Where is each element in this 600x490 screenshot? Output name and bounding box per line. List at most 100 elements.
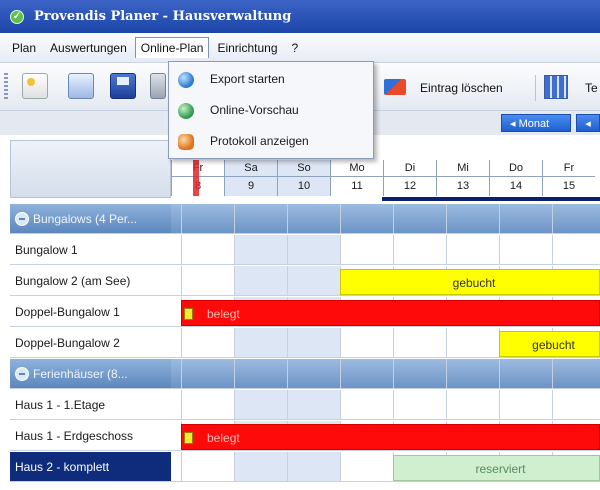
booking-bar[interactable]: gebucht [499, 331, 600, 357]
unit-row[interactable]: Bungalow 2 (am See) gebucht [10, 266, 600, 296]
day-cells[interactable] [171, 235, 600, 265]
menu-plan[interactable]: Plan [6, 37, 42, 59]
row-label-text: Haus 2 - komplett [15, 460, 110, 474]
day-date: 11 [351, 180, 363, 192]
grid-line [287, 359, 288, 388]
day-header-cell: Mo 11 [330, 160, 383, 196]
group-row[interactable]: Bungalows (4 Per... [10, 204, 600, 234]
menu-preview-label: Online-Vorschau [210, 103, 299, 117]
day-cells[interactable]: gebucht [171, 266, 600, 296]
day-cells[interactable] [171, 390, 600, 420]
unit-row[interactable]: Bungalow 1 [10, 235, 600, 265]
today-marker [193, 160, 199, 196]
grid-line [499, 235, 500, 264]
toolbar-grip[interactable] [4, 73, 8, 101]
row-label-text: Doppel-Bungalow 2 [15, 336, 120, 350]
grid-line [552, 359, 553, 388]
booking-bar[interactable]: belegt [181, 424, 600, 450]
grid-line [446, 390, 447, 419]
booking-status-text: belegt [207, 431, 240, 445]
print-icon[interactable] [150, 73, 166, 99]
menu-auswertungen[interactable]: Auswertungen [44, 37, 133, 59]
row-label-text: Bungalow 2 (am See) [15, 274, 131, 288]
previous-week-button[interactable]: ◂ [576, 114, 600, 132]
grid-line [287, 452, 288, 481]
day-cells[interactable] [171, 204, 600, 234]
online-plan-dropdown: Export starten Online-Vorschau Protokoll… [168, 61, 374, 159]
weekend-cell[interactable] [287, 266, 340, 295]
weekend-cell[interactable] [234, 452, 287, 481]
collapse-icon[interactable] [15, 367, 29, 381]
day-name: Mo [331, 160, 383, 177]
grid-line [234, 204, 235, 233]
delete-entry-button[interactable]: Eintrag löschen [420, 81, 503, 95]
save-icon[interactable] [110, 73, 136, 99]
menu-export-starten[interactable]: Export starten [169, 64, 373, 94]
row-label-text: Haus 1 - Erdgeschoss [15, 429, 134, 443]
menu-online-vorschau[interactable]: Online-Vorschau [169, 95, 373, 125]
previous-month-button[interactable]: ◂ Monat [501, 114, 571, 132]
row-label-text: Bungalows (4 Per... [33, 212, 138, 226]
unit-label[interactable]: Bungalow 2 (am See) [10, 266, 171, 296]
unit-label[interactable]: Doppel-Bungalow 1 [10, 297, 171, 327]
calendar-view-icon[interactable] [544, 75, 568, 99]
weekend-cell[interactable] [234, 235, 287, 264]
grid-line [287, 235, 288, 264]
menu-einrichtung[interactable]: Einrichtung [211, 37, 283, 59]
day-cells[interactable]: belegt [171, 297, 600, 327]
day-cells[interactable]: gebucht [171, 328, 600, 358]
unit-label[interactable]: Doppel-Bungalow 2 [10, 328, 171, 358]
menu-online-plan[interactable]: Online-Plan [134, 37, 210, 58]
day-cells[interactable]: reserviert [171, 452, 600, 482]
weekend-cell[interactable] [234, 266, 287, 295]
booking-status-text: reserviert [475, 462, 526, 476]
day-cells[interactable] [171, 359, 600, 389]
group-label[interactable]: Ferienhäuser (8... [10, 359, 171, 389]
grid-line [446, 359, 447, 388]
weekend-cell[interactable] [234, 328, 287, 357]
grid-line [234, 390, 235, 419]
calendar-view-button[interactable]: Te [585, 81, 598, 95]
weekend-cell[interactable] [287, 235, 340, 264]
globe-icon [178, 103, 194, 119]
unit-label[interactable]: Haus 1 - 1.Etage [10, 390, 171, 420]
collapse-icon[interactable] [15, 212, 29, 226]
menu-bar: Plan Auswertungen Online-Plan Einrichtun… [0, 33, 600, 63]
weekend-cell[interactable] [287, 452, 340, 481]
grid-line [234, 235, 235, 264]
unit-row[interactable]: Haus 2 - komplett reserviert [10, 452, 600, 482]
delete-entry-icon[interactable] [384, 79, 406, 95]
group-row[interactable]: Ferienhäuser (8... [10, 359, 600, 389]
day-name: Sa [225, 160, 277, 177]
row-label-text: Haus 1 - 1.Etage [15, 398, 106, 412]
day-header-cell: Do 14 [489, 160, 542, 196]
menu-help[interactable]: ? [286, 37, 305, 59]
menu-protokoll-anzeigen[interactable]: Protokoll anzeigen [169, 126, 373, 156]
day-cells[interactable]: belegt [171, 421, 600, 451]
booking-bar[interactable]: belegt [181, 300, 600, 326]
grid-line [234, 266, 235, 295]
new-document-icon[interactable] [22, 73, 48, 99]
unit-row[interactable]: Doppel-Bungalow 2 gebucht [10, 328, 600, 358]
unit-label[interactable]: Haus 1 - Erdgeschoss [10, 421, 171, 451]
app-check-icon: ✓ [10, 9, 24, 24]
unit-label[interactable]: Haus 2 - komplett [10, 452, 171, 482]
grid-line [340, 359, 341, 388]
weekend-cell[interactable] [287, 328, 340, 357]
booking-bar[interactable]: gebucht [340, 269, 600, 295]
open-document-icon[interactable] [68, 73, 94, 99]
unit-label[interactable]: Bungalow 1 [10, 235, 171, 265]
weekend-cell[interactable] [287, 390, 340, 419]
day-header-cell: Fr 15 [542, 160, 595, 196]
unit-row[interactable]: Doppel-Bungalow 1 belegt [10, 297, 600, 327]
grid-corner [10, 140, 171, 198]
title-bar: ✓ Provendis Planer - Hausverwaltung [0, 0, 600, 33]
unit-row[interactable]: Haus 1 - 1.Etage [10, 390, 600, 420]
day-date: 10 [297, 180, 311, 192]
booking-bar[interactable]: reserviert [393, 455, 600, 481]
group-label[interactable]: Bungalows (4 Per... [10, 204, 171, 234]
grid-line [340, 235, 341, 264]
grid-line [181, 235, 182, 264]
unit-row[interactable]: Haus 1 - Erdgeschoss belegt [10, 421, 600, 451]
weekend-cell[interactable] [234, 390, 287, 419]
